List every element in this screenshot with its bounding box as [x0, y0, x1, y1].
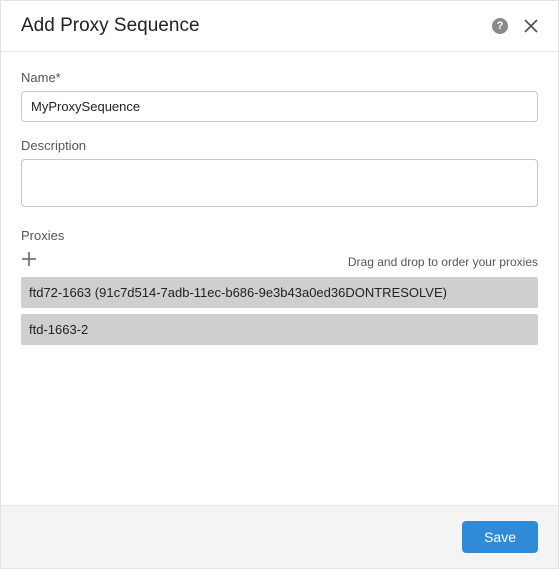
dialog-header: Add Proxy Sequence ?: [1, 1, 558, 52]
dialog-footer: Save: [1, 505, 558, 568]
add-proxy-icon[interactable]: [21, 251, 39, 269]
description-field-block: Description: [21, 138, 538, 212]
save-button[interactable]: Save: [462, 521, 538, 553]
help-icon[interactable]: ?: [492, 18, 508, 34]
description-label: Description: [21, 138, 538, 153]
name-field-block: Name*: [21, 70, 538, 122]
proxies-label: Proxies: [21, 228, 538, 243]
proxy-item[interactable]: ftd72-1663 (91c7d514-7adb-11ec-b686-9e3b…: [21, 277, 538, 308]
name-input[interactable]: [21, 91, 538, 122]
proxies-section: Proxies Drag and drop to order your prox…: [21, 228, 538, 345]
description-input[interactable]: [21, 159, 538, 207]
header-icons: ?: [492, 17, 540, 35]
dialog-content: Name* Description Proxies Drag and drop …: [1, 52, 558, 505]
dialog-title: Add Proxy Sequence: [21, 15, 492, 37]
drag-hint-text: Drag and drop to order your proxies: [348, 255, 538, 269]
proxy-item[interactable]: ftd-1663-2: [21, 314, 538, 345]
name-label: Name*: [21, 70, 538, 85]
proxy-list: ftd72-1663 (91c7d514-7adb-11ec-b686-9e3b…: [21, 277, 538, 345]
add-proxy-sequence-dialog: Add Proxy Sequence ? Name* Description P…: [0, 0, 559, 569]
proxies-toolbar: Drag and drop to order your proxies: [21, 247, 538, 273]
close-icon[interactable]: [522, 17, 540, 35]
